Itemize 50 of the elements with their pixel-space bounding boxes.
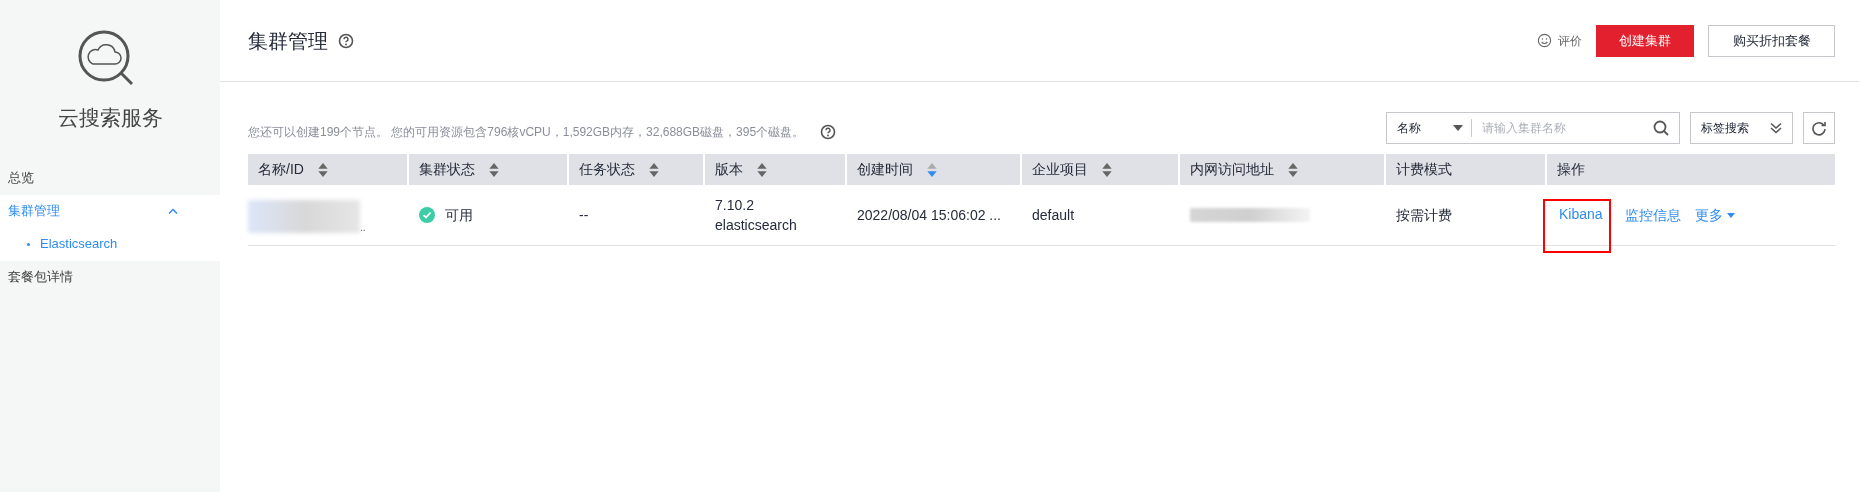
quota-info: 您还可以创建199个节点。 您的可用资源包含796核vCPU，1,592GB内存，32,688GB磁盘，395个磁盘。 xyxy=(248,124,805,141)
column-header[interactable]: 企业项目 xyxy=(1022,154,1180,185)
buy-button[interactable]: 购买折扣套餐 xyxy=(1708,24,1835,57)
sort-icon[interactable] xyxy=(1102,162,1112,177)
table-cell-text: 可用 xyxy=(445,205,473,225)
create-button[interactable]: 创建集群 xyxy=(1596,24,1694,57)
page-title: 集群管理 xyxy=(248,28,328,54)
column-header[interactable]: 集群状态 xyxy=(409,154,569,185)
table-cell-text: default xyxy=(1032,205,1075,225)
sidebar-item[interactable]: 总览 xyxy=(0,161,220,195)
caret-icon[interactable] xyxy=(1453,125,1463,131)
search-input[interactable]: 请输入集群名称 xyxy=(1472,113,1653,143)
search-icon[interactable] xyxy=(1653,120,1669,136)
column-header[interactable]: 任务状态 xyxy=(569,154,705,185)
table-cell-text: 按需计费 xyxy=(1396,205,1452,225)
refresh-button[interactable] xyxy=(1803,112,1835,144)
table-cell-text: -- xyxy=(579,205,589,225)
feedback-link[interactable]: 评价 xyxy=(1558,31,1582,50)
refresh-icon xyxy=(1811,120,1827,136)
sidebar-item[interactable]: 集群管理 xyxy=(0,194,220,228)
action-link[interactable]: 监控信息 xyxy=(1624,204,1681,226)
column-header[interactable]: 内网访问地址 xyxy=(1180,154,1386,185)
service-title: 云搜索服务 xyxy=(57,105,163,131)
sort-icon[interactable] xyxy=(757,162,767,177)
table-cell: .. xyxy=(360,223,366,233)
chevron-up-icon xyxy=(168,208,178,214)
sort-icon[interactable] xyxy=(649,162,659,177)
sort-icon[interactable] xyxy=(317,162,328,177)
column-header[interactable]: 计费模式 xyxy=(1386,154,1547,185)
table-cell-text: 2022/08/04 15:06:02 ... xyxy=(857,205,1001,225)
column-header[interactable]: 操作 xyxy=(1547,154,1835,185)
table-cell-text: elasticsearch xyxy=(715,216,797,235)
action-link[interactable]: Kibana xyxy=(1543,199,1611,253)
sort-icon[interactable] xyxy=(1288,162,1298,177)
column-header[interactable]: 版本 xyxy=(705,154,847,185)
column-header[interactable]: 创建时间 xyxy=(847,154,1022,185)
column-header[interactable]: 名称/ID xyxy=(248,154,409,185)
sidebar-item[interactable]: 套餐包详情 xyxy=(0,260,220,294)
sidebar-subitem[interactable]: Elasticsearch xyxy=(0,227,220,261)
search-field[interactable]: 名称 请输入集群名称 xyxy=(1386,112,1680,144)
help-icon[interactable] xyxy=(820,124,837,140)
more-menu[interactable]: 更多 xyxy=(1694,204,1735,226)
sort-icon[interactable] xyxy=(489,162,499,177)
tag-search-button[interactable]: 标签搜索 xyxy=(1690,112,1793,144)
double-chevron-icon xyxy=(1770,122,1782,134)
help-icon[interactable] xyxy=(338,32,354,49)
caret-icon xyxy=(1726,212,1735,218)
table-cell-text: 7.10.2 xyxy=(715,196,754,215)
sort-icon[interactable] xyxy=(927,162,937,177)
smiley-icon[interactable] xyxy=(1537,33,1552,48)
